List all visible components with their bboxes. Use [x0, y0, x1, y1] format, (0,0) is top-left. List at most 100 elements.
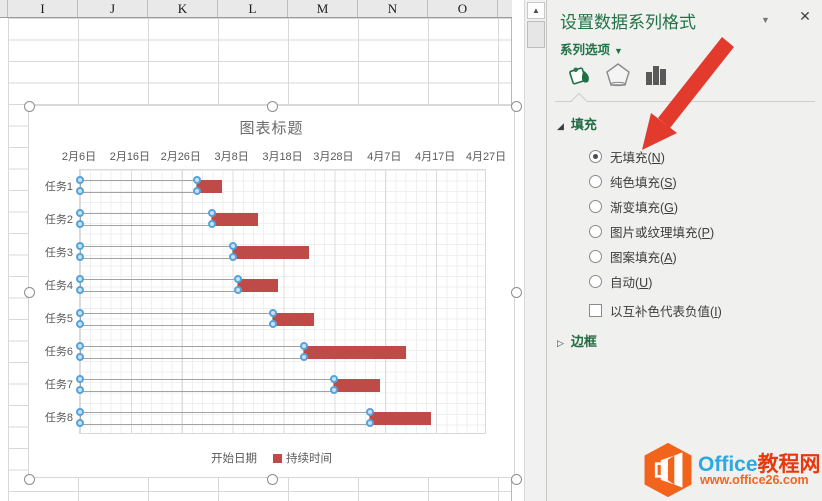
option-no-fill[interactable]: 无填充(N): [589, 148, 665, 164]
chart-resize-handle[interactable]: [267, 474, 278, 485]
start-date-bar[interactable]: [80, 279, 238, 292]
option-label-gradient-fill: 渐变填充(G): [610, 197, 678, 216]
option-label-picture-texture-fill: 图片或纹理填充(P): [610, 222, 714, 241]
office26-watermark: Office教程网 www.office26.com: [640, 442, 820, 497]
fill-section-label: 填充: [571, 117, 597, 132]
column-header-O[interactable]: O: [428, 0, 498, 17]
column-header-J[interactable]: J: [78, 0, 148, 17]
data-point-handle[interactable]: [76, 408, 84, 416]
option-solid-fill[interactable]: 纯色填充(S): [589, 173, 677, 189]
data-point-handle[interactable]: [269, 309, 277, 317]
data-point-handle[interactable]: [300, 353, 308, 361]
chart-resize-handle[interactable]: [24, 474, 35, 485]
data-point-handle[interactable]: [76, 353, 84, 361]
fill-section-header[interactable]: ◢填充: [557, 114, 597, 133]
start-date-bar[interactable]: [80, 346, 304, 359]
data-point-handle[interactable]: [76, 176, 84, 184]
scroll-thumb[interactable]: [527, 21, 545, 48]
radio-pattern-fill[interactable]: [589, 250, 602, 263]
y-axis-category-label: 任务5: [31, 310, 73, 326]
start-date-bar[interactable]: [80, 213, 212, 226]
data-point-handle[interactable]: [76, 253, 84, 261]
data-point-handle[interactable]: [208, 220, 216, 228]
duration-bar[interactable]: [212, 213, 258, 226]
data-point-handle[interactable]: [76, 275, 84, 283]
data-point-handle[interactable]: [76, 342, 84, 350]
tab-divider: [547, 0, 822, 110]
radio-solid-fill[interactable]: [589, 175, 602, 188]
x-axis-tick-label: 3月8日: [215, 148, 249, 164]
duration-bar[interactable]: [304, 346, 406, 359]
data-point-handle[interactable]: [366, 419, 374, 427]
column-header-partial[interactable]: [498, 0, 512, 17]
vertical-scrollbar[interactable]: ▲: [524, 0, 546, 501]
column-header-I[interactable]: I: [8, 0, 78, 17]
data-point-handle[interactable]: [76, 286, 84, 294]
radio-picture-texture-fill[interactable]: [589, 225, 602, 238]
data-point-handle[interactable]: [300, 342, 308, 350]
start-date-bar[interactable]: [80, 246, 233, 259]
start-date-bar[interactable]: [80, 412, 370, 425]
column-header-L[interactable]: L: [218, 0, 288, 17]
y-axis-category-label: 任务8: [31, 409, 73, 425]
option-label-no-fill: 无填充(N): [610, 147, 665, 166]
column-header-K[interactable]: K: [148, 0, 218, 17]
data-point-handle[interactable]: [76, 375, 84, 383]
radio-no-fill[interactable]: [589, 150, 602, 163]
data-point-handle[interactable]: [76, 242, 84, 250]
x-axis-tick-label: 2月16日: [110, 148, 150, 164]
duration-bar[interactable]: [334, 379, 380, 392]
chart-resize-handle[interactable]: [511, 474, 522, 485]
option-invert-if-negative[interactable]: 以互补色代表负值(I): [589, 302, 722, 318]
data-point-handle[interactable]: [76, 220, 84, 228]
checkbox-invert-if-negative[interactable]: [589, 304, 602, 317]
duration-bar[interactable]: [273, 313, 314, 326]
data-point-handle[interactable]: [366, 408, 374, 416]
data-point-handle[interactable]: [76, 386, 84, 394]
start-date-bar[interactable]: [80, 379, 334, 392]
gantt-chart[interactable]: 图表标题 2月6日2月16日2月26日3月8日3月18日3月28日4月7日4月1…: [28, 105, 515, 478]
border-section-header[interactable]: ▷边框: [557, 331, 597, 350]
data-point-handle[interactable]: [229, 242, 237, 250]
data-point-handle[interactable]: [76, 209, 84, 217]
option-picture-texture-fill[interactable]: 图片或纹理填充(P): [589, 223, 714, 239]
chart-resize-handle[interactable]: [511, 101, 522, 112]
start-date-bar[interactable]: [80, 180, 197, 193]
chart-resize-handle[interactable]: [511, 287, 522, 298]
data-point-handle[interactable]: [234, 286, 242, 294]
option-automatic-fill[interactable]: 自动(U): [589, 273, 652, 289]
data-point-handle[interactable]: [269, 320, 277, 328]
column-header-M[interactable]: M: [288, 0, 358, 17]
start-date-bar[interactable]: [80, 313, 273, 326]
x-axis-tick-label: 2月6日: [62, 148, 96, 164]
x-axis-tick-label: 3月28日: [313, 148, 353, 164]
data-point-handle[interactable]: [193, 187, 201, 195]
chart-title[interactable]: 图表标题: [29, 117, 514, 138]
option-label-invert-if-negative: 以互补色代表负值(I): [610, 301, 722, 320]
duration-bar[interactable]: [233, 246, 309, 259]
data-point-handle[interactable]: [229, 253, 237, 261]
column-header-sliver[interactable]: [0, 0, 8, 17]
plot-area[interactable]: [79, 169, 486, 434]
data-point-handle[interactable]: [76, 309, 84, 317]
chart-resize-handle[interactable]: [24, 101, 35, 112]
option-pattern-fill[interactable]: 图案填充(A): [589, 248, 677, 264]
column-header-N[interactable]: N: [358, 0, 428, 17]
radio-gradient-fill[interactable]: [589, 200, 602, 213]
data-point-handle[interactable]: [76, 187, 84, 195]
data-point-handle[interactable]: [193, 176, 201, 184]
chart-resize-handle[interactable]: [24, 287, 35, 298]
scroll-up-button[interactable]: ▲: [527, 2, 545, 19]
legend[interactable]: 开始日期 持续时间: [29, 450, 514, 466]
legend-item-start[interactable]: 开始日期: [211, 450, 257, 466]
radio-automatic-fill[interactable]: [589, 275, 602, 288]
option-gradient-fill[interactable]: 渐变填充(G): [589, 198, 678, 214]
duration-bar[interactable]: [370, 412, 431, 425]
data-point-handle[interactable]: [330, 386, 338, 394]
legend-item-duration[interactable]: 持续时间: [273, 450, 332, 466]
chart-resize-handle[interactable]: [267, 101, 278, 112]
duration-bar[interactable]: [238, 279, 279, 292]
data-point-handle[interactable]: [76, 419, 84, 427]
y-axis-category-label: 任务3: [31, 244, 73, 260]
data-point-handle[interactable]: [76, 320, 84, 328]
